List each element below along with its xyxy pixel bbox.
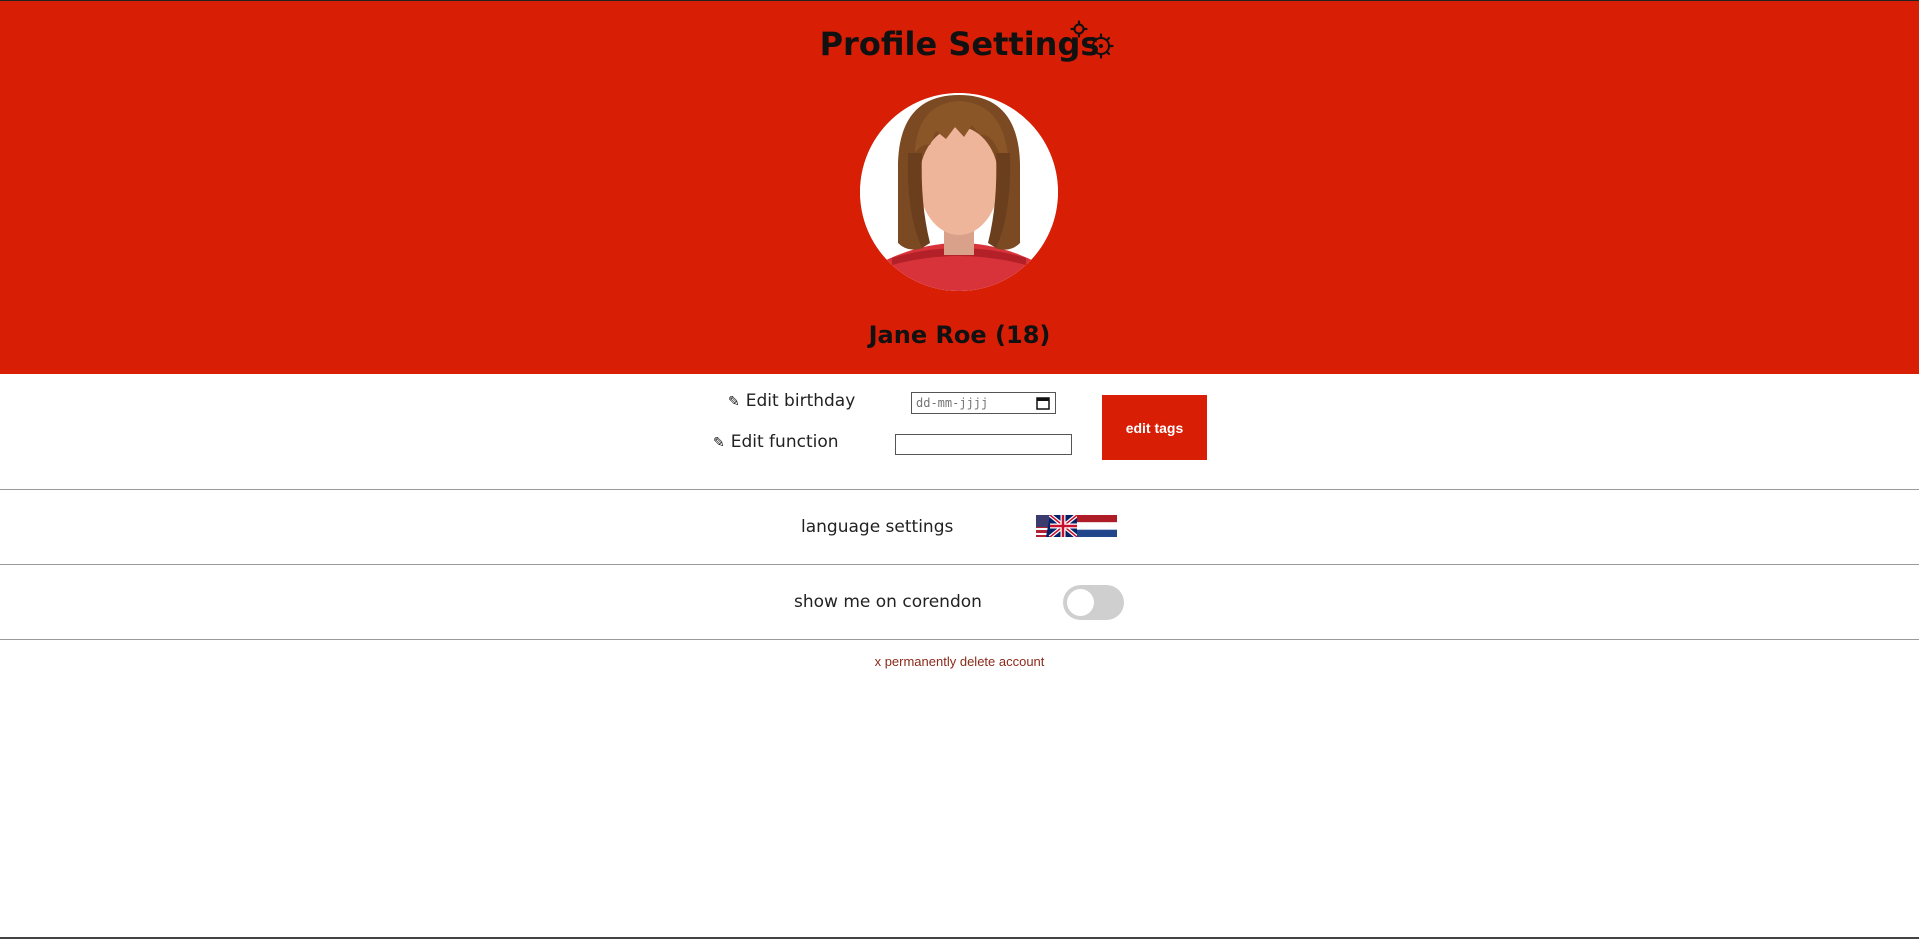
birthday-input[interactable] xyxy=(911,392,1056,414)
profile-header: Profile Settings Jane Roe (18) xyxy=(0,0,1919,374)
calendar-icon[interactable] xyxy=(1036,396,1050,415)
function-input[interactable] xyxy=(895,434,1072,455)
edit-birthday-text: Edit birthday xyxy=(745,391,856,411)
divider xyxy=(0,564,1919,565)
uk-us-flag-icon[interactable] xyxy=(1036,513,1079,542)
language-flags[interactable] xyxy=(1036,513,1117,539)
delete-account-link[interactable]: x permanently delete account xyxy=(0,654,1919,669)
divider xyxy=(0,489,1919,490)
edit-function-text: Edit function xyxy=(730,432,839,452)
page-title: Profile Settings xyxy=(819,25,1100,63)
pencil-icon: ✎ xyxy=(728,394,740,410)
gears-icon[interactable] xyxy=(1070,19,1116,61)
edit-function-label: ✎ Edit function xyxy=(713,432,839,452)
language-settings-label: language settings xyxy=(801,517,954,537)
edit-birthday-label: ✎ Edit birthday xyxy=(728,391,855,411)
show-on-corendon-label: show me on corendon xyxy=(794,592,982,612)
show-on-corendon-toggle[interactable] xyxy=(1063,585,1124,620)
female-avatar-icon[interactable] xyxy=(860,93,1058,291)
pencil-icon: ✎ xyxy=(713,435,725,451)
netherlands-flag-icon[interactable] xyxy=(1077,515,1117,542)
toggle-knob xyxy=(1067,589,1094,616)
divider xyxy=(0,639,1919,640)
user-name: Jane Roe (18) xyxy=(868,321,1051,349)
edit-tags-button[interactable]: edit tags xyxy=(1102,395,1207,460)
